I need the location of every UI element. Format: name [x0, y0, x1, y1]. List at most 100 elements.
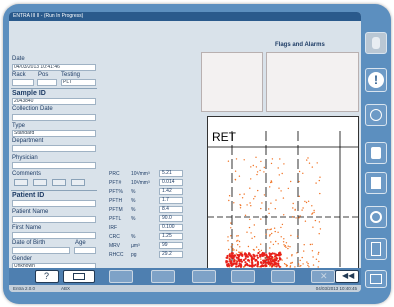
scatter-point: [228, 195, 231, 197]
measurement-unit: %: [131, 189, 136, 195]
scatter-point: [303, 250, 305, 252]
scatter-point: [247, 245, 250, 248]
scatter-point: [260, 265, 263, 268]
scatter-point: [233, 202, 235, 204]
measurement-row: IRF 0.100: [105, 224, 199, 232]
hand-icon: [372, 37, 380, 49]
age-field[interactable]: [74, 247, 96, 254]
reagent-button[interactable]: [231, 270, 255, 283]
dob-field[interactable]: [12, 247, 70, 254]
physician-field[interactable]: [12, 162, 96, 169]
scatter-point: [241, 197, 244, 199]
testing-field[interactable]: PLT: [61, 79, 96, 86]
scatter-point: [263, 166, 265, 169]
scatter-point: [249, 202, 251, 204]
scatter-point: [255, 246, 258, 248]
department-field[interactable]: [12, 145, 96, 152]
archive-button[interactable]: [109, 270, 133, 283]
scatter-point: [255, 166, 258, 168]
scatter-point: [245, 263, 248, 266]
report-button[interactable]: [365, 172, 387, 194]
comment-button-2[interactable]: [33, 179, 47, 186]
scatter-point: [259, 255, 262, 258]
flask-button[interactable]: [365, 142, 387, 164]
scatter-point: [285, 265, 288, 267]
date-field[interactable]: 04/03/2013 10:41:46: [12, 64, 96, 71]
measurement-value: 5.21: [159, 170, 183, 177]
scatter-point: [317, 253, 319, 255]
scatter-point: [291, 254, 293, 256]
patient-name-field[interactable]: [12, 216, 96, 223]
measurement-value: 99: [159, 242, 183, 249]
cycle-button[interactable]: [365, 206, 387, 228]
print-button[interactable]: [63, 270, 95, 283]
scatter-point: [238, 260, 241, 263]
rack-button[interactable]: [365, 270, 387, 288]
sample-info-panel: Date 04/03/2013 10:41:46 Rack Pos Testin…: [11, 22, 97, 270]
scatter-point: [231, 244, 234, 246]
measurement-row: PFT# 10³/mm³ 0.014: [105, 179, 199, 187]
scatter-point: [312, 264, 315, 266]
scatter-point: [270, 162, 273, 165]
measurement-name: PRC: [109, 171, 120, 177]
scatter-point: [232, 257, 235, 260]
scatter-point: [269, 186, 271, 188]
scatter-point: [277, 260, 280, 263]
scatter-point: [265, 258, 268, 261]
scatter-point: [246, 231, 248, 233]
scatter-point: [241, 254, 244, 257]
cancel-button[interactable]: ✕: [311, 270, 335, 283]
comment-button-3[interactable]: [52, 179, 66, 186]
stop-button[interactable]: [365, 32, 387, 54]
scatter-point: [244, 257, 247, 260]
sample-id-field[interactable]: 2043840: [12, 98, 96, 105]
scatter-point: [256, 254, 259, 257]
scatter-point: [273, 261, 276, 265]
scatter-point: [260, 207, 262, 210]
sample-id-label: Sample ID: [12, 90, 46, 97]
rack-field[interactable]: [12, 79, 34, 86]
scatter-point: [318, 260, 320, 263]
back-button[interactable]: ◀◀: [335, 270, 359, 283]
scatter-point: [246, 204, 248, 206]
scatter-point: [259, 250, 261, 253]
print-icon: [73, 273, 85, 280]
measurement-name: PFT#: [109, 180, 122, 186]
help-button[interactable]: ?: [35, 270, 59, 283]
type-field[interactable]: Standard: [12, 130, 96, 137]
results-button[interactable]: [151, 270, 175, 283]
first-name-field[interactable]: [12, 232, 96, 239]
scatter-point: [304, 200, 306, 203]
bottom-toolbar: ? ✕ ◀◀: [9, 268, 361, 285]
pos-field[interactable]: [37, 79, 57, 86]
measurement-value: 90.0: [159, 215, 183, 222]
comment-button-4[interactable]: [71, 179, 85, 186]
measurement-row: MRV µm³ 99: [105, 242, 199, 250]
calibration-button[interactable]: [192, 270, 216, 283]
collection-date-field[interactable]: [12, 114, 96, 121]
measurement-row: PRC 10³/mm³ 5.21: [105, 170, 199, 178]
alert-button[interactable]: !: [365, 68, 387, 92]
scatter-point: [269, 259, 272, 262]
scatter-point: [254, 259, 257, 262]
cancel-icon: ✕: [320, 271, 328, 281]
measurement-row: PFTM% 8.4: [105, 206, 199, 214]
scatter-point: [285, 246, 287, 248]
scatter-point: [233, 260, 236, 263]
scatter-point: [314, 219, 317, 222]
patient-id-field[interactable]: [12, 200, 96, 207]
scatter-point: [282, 241, 285, 243]
measurement-value: 29.2: [159, 251, 183, 258]
qc-button[interactable]: [365, 104, 387, 126]
comment-button-1[interactable]: [14, 179, 28, 186]
measurement-unit: 10³/mm³: [131, 171, 150, 177]
scatter-point: [311, 243, 313, 245]
scatter-point: [313, 209, 315, 212]
edit-button[interactable]: [271, 270, 295, 283]
tools-button[interactable]: [365, 238, 387, 260]
scatter-point: [315, 182, 317, 184]
scatter-point: [235, 253, 238, 255]
scatter-point: [230, 264, 233, 267]
scatter-point: [267, 228, 269, 231]
scatter-point: [294, 209, 296, 211]
